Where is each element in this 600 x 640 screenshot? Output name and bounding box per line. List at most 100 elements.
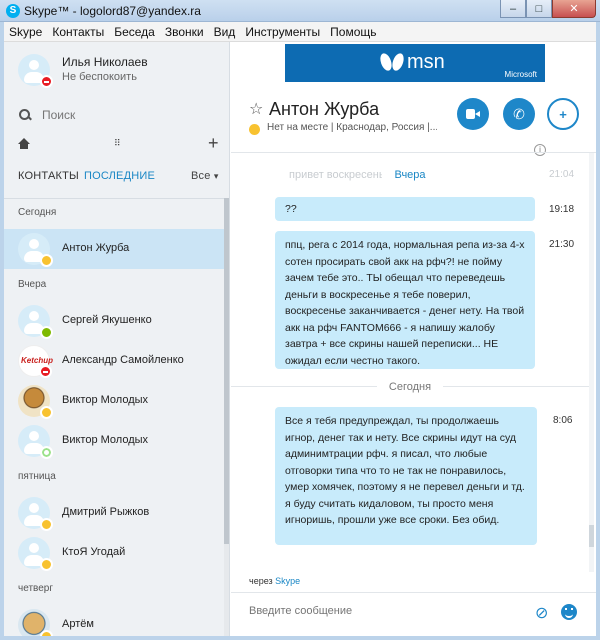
ad-sponsor: Microsoft (504, 70, 537, 79)
contact-name: Сергей Якушенко (62, 314, 152, 326)
tab-recent[interactable]: ПОСЛЕДНИЕ (84, 170, 155, 182)
contact-item[interactable]: Дмитрий Рыжков (4, 493, 224, 533)
contact-avatar (18, 497, 53, 531)
menu-view[interactable]: Вид (209, 25, 241, 39)
menu-calls[interactable]: Звонки (160, 25, 209, 39)
chat-history: привет воскресенье 21:04 Вчера ?? 19:18 … (231, 152, 596, 572)
home-icon[interactable] (18, 138, 30, 150)
contact-name: КтоЯ Угодай (62, 546, 126, 558)
filter-label: Все (191, 170, 211, 182)
message-bubble[interactable]: Все я тебя предупреждал, ты продолжаешь … (275, 407, 537, 545)
add-people-button[interactable]: + (547, 98, 579, 130)
do-not-disturb-icon (39, 365, 52, 378)
contact-name: Артём (62, 618, 94, 630)
contact-list-scrollbar[interactable] (224, 198, 229, 636)
menu-tools[interactable]: Инструменты (240, 25, 325, 39)
chevron-down-icon: ▾ (213, 171, 219, 181)
away-status-icon (40, 630, 53, 636)
contact-item[interactable]: Сергей Якушенко (4, 301, 224, 341)
contact-avatar (18, 609, 53, 636)
emoticon-icon[interactable] (561, 604, 577, 620)
phone-icon: ✆ (513, 105, 525, 122)
contact-name: Дмитрий Рыжков (62, 506, 150, 518)
group-label-yesterday: Вчера (18, 279, 47, 290)
menu-conversation[interactable]: Беседа (109, 25, 160, 39)
away-status-icon (40, 254, 53, 267)
contact-avatar (18, 305, 53, 339)
tab-contacts[interactable]: КОНТАКТЫ (18, 170, 79, 182)
contact-avatar (18, 537, 53, 571)
contact-avatar (18, 385, 53, 419)
sidebar-tabs: КОНТАКТЫ ПОСЛЕДНИЕ Все ▾ (18, 170, 224, 186)
group-label-friday: пятница (18, 471, 56, 482)
contact-avatar (18, 425, 53, 459)
filter-dropdown[interactable]: Все ▾ (191, 170, 219, 182)
via-skype-label: через Skype (249, 576, 300, 586)
contact-name: Виктор Молодых (62, 394, 149, 406)
contact-item[interactable]: Артём (4, 605, 224, 636)
menu-contacts[interactable]: Контакты (47, 25, 109, 39)
message-time: 19:18 (549, 204, 575, 215)
paperclip-icon[interactable]: ⊘ (535, 603, 548, 623)
my-status[interactable]: Не беспокоить (62, 71, 137, 83)
menu-skype[interactable]: Skype (4, 25, 47, 39)
search-input[interactable] (42, 108, 202, 122)
do-not-disturb-icon (40, 75, 53, 88)
ketchup-logo-icon: Ketchup (21, 356, 53, 365)
video-call-button[interactable] (457, 98, 489, 130)
ad-banner[interactable]: msn Microsoft (285, 44, 545, 82)
skype-logo-icon: S (6, 4, 20, 18)
contact-item[interactable]: КтоЯ Угодай (4, 533, 224, 573)
contact-item[interactable]: Виктор Молодых (4, 421, 224, 461)
contact-avatar: Ketchup (18, 345, 53, 378)
contact-name: Александр Самойленко (62, 354, 184, 366)
my-profile[interactable]: Илья Николаев Не беспокоить (4, 42, 229, 94)
contact-avatar (18, 233, 53, 267)
date-label: Вчера (382, 169, 438, 181)
contact-item[interactable]: Ketchup Александр Самойленко (4, 341, 224, 381)
star-icon[interactable]: ☆ (249, 99, 263, 119)
video-camera-icon (466, 109, 480, 119)
window-title: Skype™ - logolord87@yandex.ra (24, 4, 201, 18)
group-label-today: Сегодня (18, 207, 57, 218)
chat-scrollbar[interactable] (589, 153, 594, 572)
contact-name: Антон Журба (62, 242, 130, 254)
client-area: Илья Николаев Не беспокоить ⠿ + КОНТАКТЫ… (4, 42, 596, 636)
via-prefix: через (249, 576, 273, 586)
close-button[interactable]: ✕ (552, 0, 596, 18)
menu-help[interactable]: Помощь (325, 25, 381, 39)
group-label-thursday: четверг (18, 583, 53, 594)
date-label: Сегодня (376, 381, 444, 393)
my-avatar[interactable] (18, 54, 53, 88)
minimize-button[interactable]: – (500, 0, 526, 18)
scrollbar-thumb[interactable] (224, 198, 229, 544)
maximize-button[interactable]: □ (526, 0, 552, 18)
search-icon (18, 108, 32, 122)
online-status-icon (40, 326, 53, 339)
sidebar-toolbar: ⠿ + (18, 133, 219, 154)
conversation-pane: msn Microsoft ☆ Антон Журба Нет на месте… (231, 42, 596, 636)
offline-status-icon (40, 446, 53, 459)
message-time: 8:06 (553, 415, 573, 426)
my-name: Илья Николаев (62, 55, 148, 69)
message-bubble[interactable]: ?? (275, 197, 535, 221)
msn-butterfly-icon (381, 53, 403, 73)
menu-bar: Skype Контакты Беседа Звонки Вид Инструм… (4, 22, 596, 42)
plus-icon[interactable]: + (208, 133, 219, 154)
conversation-title: Антон Журба (269, 99, 380, 119)
title-bar: S Skype™ - logolord87@yandex.ra – □ ✕ (0, 0, 600, 22)
search-bar[interactable] (18, 106, 218, 124)
contact-item[interactable]: Виктор Молодых (4, 381, 224, 421)
away-status-icon (249, 124, 260, 135)
away-status-icon (40, 518, 53, 531)
voice-call-button[interactable]: ✆ (503, 98, 535, 130)
contact-item[interactable]: Антон Журба (4, 229, 224, 269)
scrollbar-thumb[interactable] (589, 525, 594, 547)
add-person-icon: + (559, 106, 567, 122)
message-time: 21:30 (549, 239, 575, 250)
message-bubble[interactable]: ппц, рега с 2014 года, нормальная репа и… (275, 231, 535, 369)
conversation-header: ☆ Антон Журба Нет на месте | Краснодар, … (231, 90, 596, 152)
dialpad-icon[interactable]: ⠿ (114, 138, 124, 148)
via-skype-link[interactable]: Skype (275, 576, 300, 586)
message-input[interactable] (249, 605, 519, 617)
